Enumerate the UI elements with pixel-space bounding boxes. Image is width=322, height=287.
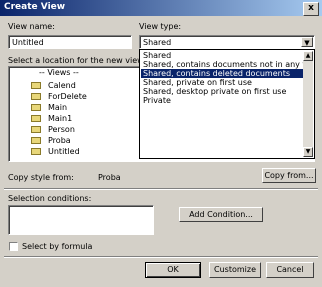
dropdown-option[interactable]: Shared bbox=[141, 51, 305, 60]
list-item-label: Proba bbox=[48, 136, 71, 145]
close-button[interactable]: x bbox=[303, 2, 319, 16]
list-item-label: ForDelete bbox=[48, 92, 87, 101]
views-header: -- Views -- bbox=[39, 68, 79, 77]
selection-conditions-box[interactable] bbox=[8, 205, 154, 235]
list-item-label: Main1 bbox=[48, 114, 73, 123]
ok-button[interactable]: OK bbox=[145, 262, 201, 278]
select-by-formula-label: Select by formula bbox=[22, 242, 93, 251]
list-item-label: Untitled bbox=[48, 147, 80, 156]
folder-icon bbox=[31, 115, 41, 122]
add-condition-button[interactable]: Add Condition... bbox=[179, 207, 263, 222]
add-condition-label: Add Condition... bbox=[189, 210, 253, 219]
folder-icon bbox=[31, 104, 41, 111]
window-title: Create View bbox=[4, 2, 66, 12]
copy-style-value: Proba bbox=[98, 173, 121, 182]
view-type-value: Shared bbox=[143, 38, 172, 47]
view-name-label: View name: bbox=[8, 22, 55, 31]
scroll-up-icon[interactable]: ▲ bbox=[303, 51, 313, 61]
chevron-down-icon[interactable]: ▼ bbox=[301, 37, 313, 47]
customize-label: Customize bbox=[214, 265, 256, 274]
view-type-select[interactable]: Shared ▼ bbox=[139, 35, 315, 49]
location-label: Select a location for the new view: bbox=[8, 56, 146, 65]
dropdown-option[interactable]: Shared, desktop private on first use bbox=[141, 87, 305, 96]
cancel-label: Cancel bbox=[276, 265, 304, 274]
dropdown-option[interactable]: Shared, contains deleted documents bbox=[141, 69, 305, 78]
list-item-label: Person bbox=[48, 125, 75, 134]
copy-from-button[interactable]: Copy from... bbox=[262, 168, 316, 183]
folder-icon bbox=[31, 93, 41, 100]
list-item-label: Main bbox=[48, 103, 68, 112]
dropdown-option[interactable]: Private bbox=[141, 96, 305, 105]
cancel-button[interactable]: Cancel bbox=[266, 262, 314, 278]
separator bbox=[4, 256, 318, 258]
folder-icon bbox=[31, 82, 41, 89]
view-name-value: Untitled bbox=[12, 38, 44, 47]
separator bbox=[4, 188, 318, 190]
customize-button[interactable]: Customize bbox=[209, 262, 261, 278]
scroll-down-icon[interactable]: ▼ bbox=[303, 147, 313, 157]
view-type-label: View type: bbox=[139, 22, 182, 31]
copy-from-label: Copy from... bbox=[264, 171, 314, 180]
view-type-dropdown[interactable]: Shared Shared, contains documents not in … bbox=[139, 49, 315, 159]
folder-icon bbox=[31, 148, 41, 155]
folder-icon bbox=[31, 126, 41, 133]
list-item-label: Calend bbox=[48, 81, 76, 90]
select-by-formula-checkbox[interactable] bbox=[9, 242, 18, 251]
selection-conditions-label: Selection conditions: bbox=[8, 194, 92, 203]
folder-icon bbox=[31, 137, 41, 144]
dropdown-option[interactable]: Shared, contains documents not in any fo… bbox=[141, 60, 305, 69]
copy-style-label: Copy style from: bbox=[8, 173, 74, 182]
dropdown-option[interactable]: Shared, private on first use bbox=[141, 78, 305, 87]
dropdown-scrollbar[interactable]: ▲ ▼ bbox=[303, 51, 313, 157]
close-icon: x bbox=[308, 3, 314, 13]
title-bar: Create View x bbox=[0, 0, 322, 16]
view-name-input[interactable]: Untitled bbox=[8, 35, 132, 49]
ok-label: OK bbox=[167, 265, 179, 274]
